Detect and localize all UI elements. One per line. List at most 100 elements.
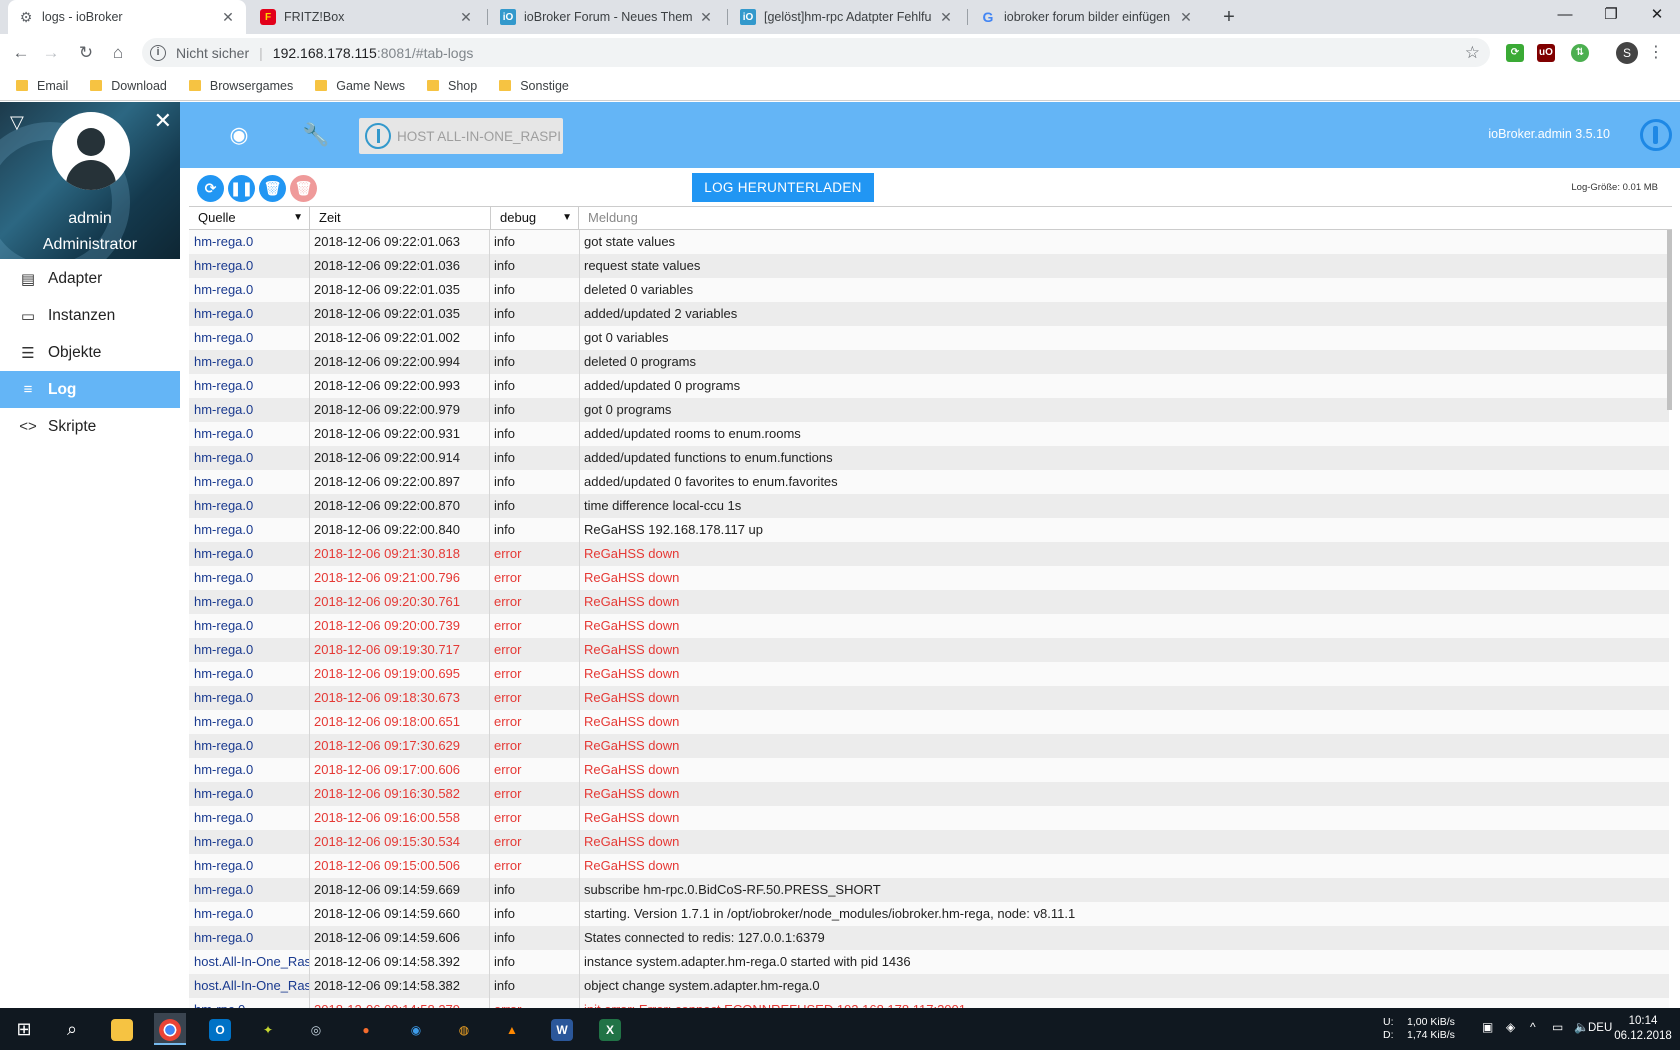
log-row: hm-rega.0 2018-12-06 09:14:59.606 info Stat… [189, 926, 1669, 950]
chrome-icon[interactable] [154, 1013, 186, 1045]
bookmark-download[interactable]: Download [90, 79, 167, 93]
tab-separator [967, 9, 968, 25]
volume-icon[interactable]: 🔈 [1574, 1020, 1589, 1034]
cell-divider [489, 686, 490, 710]
pause-button[interactable]: ❚❚ [228, 175, 255, 202]
bookmark-star-icon[interactable]: ☆ [1465, 43, 1480, 63]
log-table: Quelle ▼ Zeit debug ▼ Meldung hm-rega.0 201… [189, 206, 1672, 1008]
cell-divider [309, 902, 310, 926]
profile-avatar[interactable]: S [1616, 42, 1638, 64]
log-level: info [494, 258, 515, 273]
download-log-button[interactable]: LOG HERUNTERLADEN [692, 173, 874, 202]
log-message: init error: Error: connect ECONNREFUSED … [584, 998, 1664, 1008]
close-window-button[interactable]: ✕ [1634, 0, 1680, 30]
browser-tab-iobroker-forum-new-topic[interactable]: iO ioBroker Forum - Neues Thema e ✕ [490, 0, 724, 34]
browser-tab-google-search[interactable]: G iobroker forum bilder einfügen - ✕ [970, 0, 1204, 34]
log-message: starting. Version 1.7.1 in /opt/iobroker… [584, 906, 1076, 921]
bookmark-sonstige[interactable]: Sonstige [499, 79, 569, 93]
dropdown-arrow-icon: ▼ [293, 212, 303, 223]
log-row: hm-rega.0 2018-12-06 09:20:00.739 error ReG… [189, 614, 1669, 638]
uplay-icon[interactable]: ◉ [400, 1013, 432, 1045]
language-indicator[interactable]: DEU [1588, 1022, 1612, 1034]
address-bar[interactable]: i Nicht sicher | 192.168.178.115 :8081/#… [142, 38, 1490, 67]
app-orange-icon[interactable]: ◍ [448, 1013, 480, 1045]
refresh-button[interactable]: ⟳ [197, 175, 224, 202]
sidebar-item-log[interactable]: ≡ Log [0, 371, 180, 408]
outlook-icon[interactable]: O [204, 1013, 236, 1045]
cell-divider [489, 398, 490, 422]
back-arrow-icon[interactable]: ← [8, 40, 34, 66]
search-icon[interactable]: ⌕ [56, 1013, 88, 1045]
log-row: hm-rega.0 2018-12-06 09:21:30.818 error ReG… [189, 542, 1669, 566]
excel-icon[interactable]: X [594, 1013, 626, 1045]
cell-divider [309, 782, 310, 806]
eye-icon[interactable]: ◉ [226, 122, 252, 148]
word-icon[interactable]: W [546, 1013, 578, 1045]
clear-log-button[interactable]: 🗑 [259, 175, 286, 202]
browser-tab-hm-rpc-solved[interactable]: iO [gelöst]hm-rpc Adatpter Fehlfunk ✕ [730, 0, 964, 34]
maximize-button[interactable]: ❐ [1588, 0, 1634, 30]
close-sidebar-icon[interactable]: ✕ [154, 108, 172, 134]
download-label: D: [1383, 1029, 1394, 1041]
extension-network-icon[interactable]: ⇅ [1571, 44, 1589, 62]
extension-green-icon[interactable]: ⟳ [1506, 44, 1524, 62]
collapse-triangle-icon[interactable]: ▽ [10, 112, 24, 133]
close-tab-icon[interactable]: ✕ [220, 9, 236, 26]
cell-divider [309, 974, 310, 998]
log-message: ReGaHSS down [584, 858, 680, 873]
show-hidden-icons-icon[interactable]: ^ [1530, 1020, 1536, 1034]
sidebar-item-label: Instanzen [48, 306, 116, 324]
sidebar-item-skripte[interactable]: <> Skripte [0, 408, 180, 445]
info-icon[interactable]: i [150, 44, 166, 61]
file-explorer-icon[interactable] [106, 1013, 138, 1045]
home-icon[interactable]: ⌂ [105, 40, 131, 66]
reload-icon[interactable]: ↻ [73, 40, 99, 66]
origin-icon[interactable]: ● [350, 1013, 382, 1045]
steam-icon[interactable]: ◎ [300, 1013, 332, 1045]
browser-tab-iobroker-logs[interactable]: ⚙ logs - ioBroker ✕ [8, 0, 246, 34]
log-time: 2018-12-06 09:20:00.739 [314, 618, 461, 633]
bookmark-shop[interactable]: Shop [427, 79, 477, 93]
sidebar-item-adapter[interactable]: ▤ Adapter [0, 260, 180, 297]
vertical-scrollbar[interactable] [1667, 230, 1672, 410]
log-time: 2018-12-06 09:22:00.897 [314, 474, 461, 489]
cell-divider [309, 878, 310, 902]
sidebar-item-instanzen[interactable]: ▭ Instanzen [0, 297, 180, 334]
app-yellow-icon[interactable]: ✦ [252, 1013, 284, 1045]
close-tab-icon[interactable]: ✕ [458, 9, 474, 26]
log-source: hm-rega.0 [194, 810, 254, 825]
cell-divider [579, 878, 580, 902]
bookmark-email[interactable]: Email [16, 79, 68, 93]
close-tab-icon[interactable]: ✕ [698, 9, 714, 26]
close-tab-icon[interactable]: ✕ [1178, 9, 1194, 26]
bookmark-game-news[interactable]: Game News [315, 79, 405, 93]
tray-app-icon[interactable]: ▣ [1482, 1020, 1493, 1034]
cell-divider [309, 542, 310, 566]
message-filter-input[interactable]: Meldung [578, 207, 1672, 229]
cell-divider [489, 806, 490, 830]
browser-menu-icon[interactable]: ⋮ [1648, 42, 1664, 62]
log-row: hm-rega.0 2018-12-06 09:14:59.660 info star… [189, 902, 1669, 926]
browser-tab-fritzbox[interactable]: F FRITZ!Box ✕ [250, 0, 484, 34]
column-filter-source[interactable]: Quelle ▼ [189, 207, 309, 229]
log-message: ReGaHSS down [584, 594, 680, 609]
host-selector[interactable]: HOST ALL-IN-ONE_RASPI [359, 118, 563, 154]
sidebar-item-objekte[interactable]: ☰ Objekte [0, 334, 180, 371]
system-clock[interactable]: 10:14 06.12.2018 [1612, 1014, 1674, 1044]
cell-divider [309, 686, 310, 710]
network-icon[interactable]: ▭ [1552, 1020, 1563, 1034]
forward-arrow-icon[interactable]: → [38, 40, 64, 66]
wrench-icon[interactable]: 🔧 [302, 122, 329, 148]
column-header-time: Zeit [309, 207, 490, 229]
delete-log-file-button[interactable]: 🗑 [290, 175, 317, 202]
minimize-button[interactable]: — [1542, 0, 1588, 30]
column-filter-level[interactable]: debug ▼ [490, 207, 578, 229]
close-tab-icon[interactable]: ✕ [938, 9, 954, 26]
bookmark-browsergames[interactable]: Browsergames [188, 79, 293, 93]
tray-shield-icon[interactable]: ◈ [1506, 1020, 1515, 1034]
windows-start-icon[interactable]: ⊞ [8, 1013, 40, 1045]
bookmark-label: Sonstige [520, 78, 569, 93]
vlc-icon[interactable]: ▲ [496, 1013, 528, 1045]
ublock-origin-icon[interactable]: uO [1537, 44, 1555, 62]
new-tab-button[interactable]: + [1216, 4, 1242, 30]
